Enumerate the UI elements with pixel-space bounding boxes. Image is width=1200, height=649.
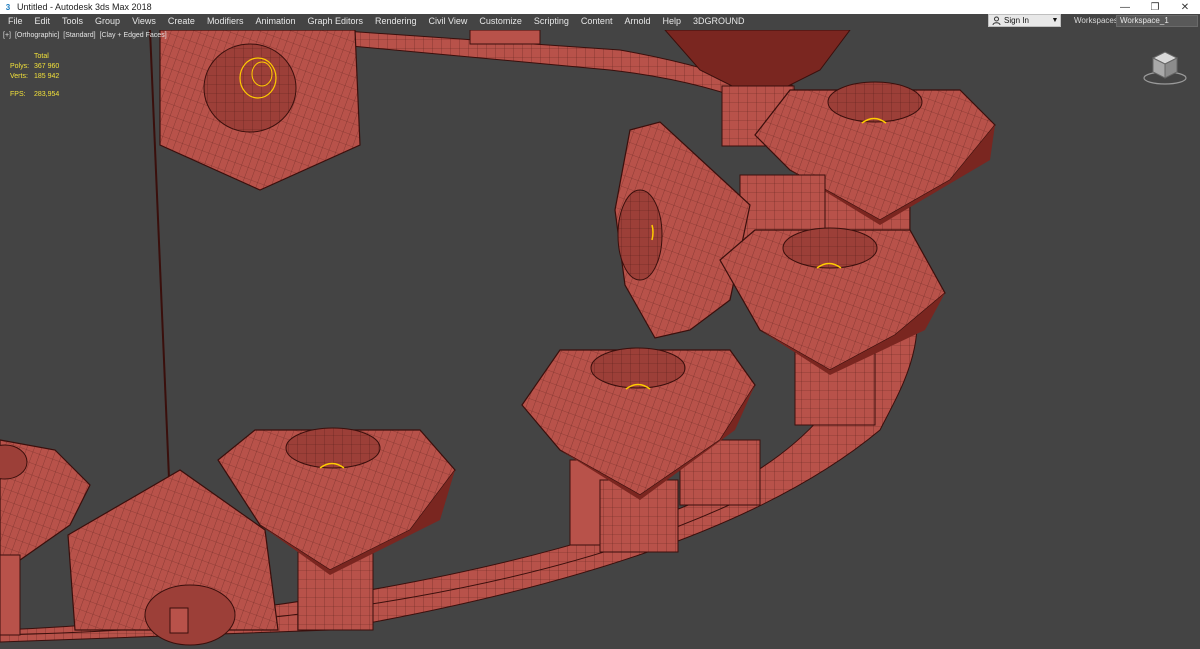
menu-modifiers[interactable]: Modifiers: [201, 14, 250, 28]
stats-verts-value: 185 942: [34, 73, 60, 80]
viewport-shading-mode[interactable]: [Clay + Edged Faces]: [100, 32, 167, 39]
user-icon: [992, 16, 1001, 25]
viewport-view-label[interactable]: [Orthographic]: [15, 32, 59, 39]
stats-polys-value: 367 960: [34, 63, 60, 70]
app-3dsmax-icon: 3: [5, 2, 11, 12]
menu-arnold[interactable]: Arnold: [618, 14, 656, 28]
menu-content[interactable]: Content: [575, 14, 619, 28]
workspaces-label: Workspaces:: [1074, 16, 1121, 25]
sign-in-dropdown[interactable]: Sign In ▼: [988, 14, 1061, 27]
menu-graph-editors[interactable]: Graph Editors: [301, 14, 369, 28]
stats-fps-label: FPS:: [10, 91, 26, 98]
sign-in-label: Sign In: [1004, 16, 1029, 25]
menu-civil-view[interactable]: Civil View: [423, 14, 474, 28]
menu-edit[interactable]: Edit: [29, 14, 57, 28]
menu-3dground[interactable]: 3DGROUND: [687, 14, 751, 28]
stats-verts-label: Verts:: [10, 73, 28, 80]
scene-render: [0, 30, 996, 646]
menu-customize[interactable]: Customize: [473, 14, 528, 28]
close-icon[interactable]: ✕: [1170, 0, 1200, 14]
scene-statistics: Total Polys: 367 960 Verts: 185 942 FPS: 28…: [10, 52, 59, 100]
menu-help[interactable]: Help: [656, 14, 687, 28]
stats-polys-label: Polys:: [10, 63, 30, 70]
title-bar: 3 Untitled - Autodesk 3ds Max 2018 — ❐ ✕: [0, 0, 1200, 14]
pendant-top-left: [159, 30, 361, 191]
menu-create[interactable]: Create: [162, 14, 201, 28]
viewport-menu-plus[interactable]: [+]: [3, 32, 11, 39]
viewcube-icon[interactable]: [1142, 48, 1188, 86]
chevron-down-icon: ▼: [1051, 17, 1059, 24]
menu-file[interactable]: File: [0, 14, 29, 28]
menu-tools[interactable]: Tools: [56, 14, 89, 28]
restore-icon[interactable]: ❐: [1140, 0, 1170, 14]
menu-rendering[interactable]: Rendering: [369, 14, 423, 28]
menu-group[interactable]: Group: [89, 14, 126, 28]
window-title: Untitled - Autodesk 3ds Max 2018: [17, 2, 152, 12]
workspace-select[interactable]: Workspace_1: [1116, 15, 1198, 27]
pendant-middle-right: [719, 227, 946, 426]
viewport-orthographic[interactable]: [0, 30, 1200, 649]
menu-animation[interactable]: Animation: [249, 14, 301, 28]
minimize-icon[interactable]: —: [1110, 0, 1140, 14]
stats-total-header: Total: [34, 53, 49, 60]
menu-scripting[interactable]: Scripting: [528, 14, 575, 28]
viewport-label[interactable]: [+] [Orthographic] [Standard] [Clay + Ed…: [3, 32, 169, 39]
viewport-shading-standard[interactable]: [Standard]: [63, 32, 95, 39]
stats-fps-value: 283,954: [34, 91, 60, 98]
menu-views[interactable]: Views: [126, 14, 162, 28]
